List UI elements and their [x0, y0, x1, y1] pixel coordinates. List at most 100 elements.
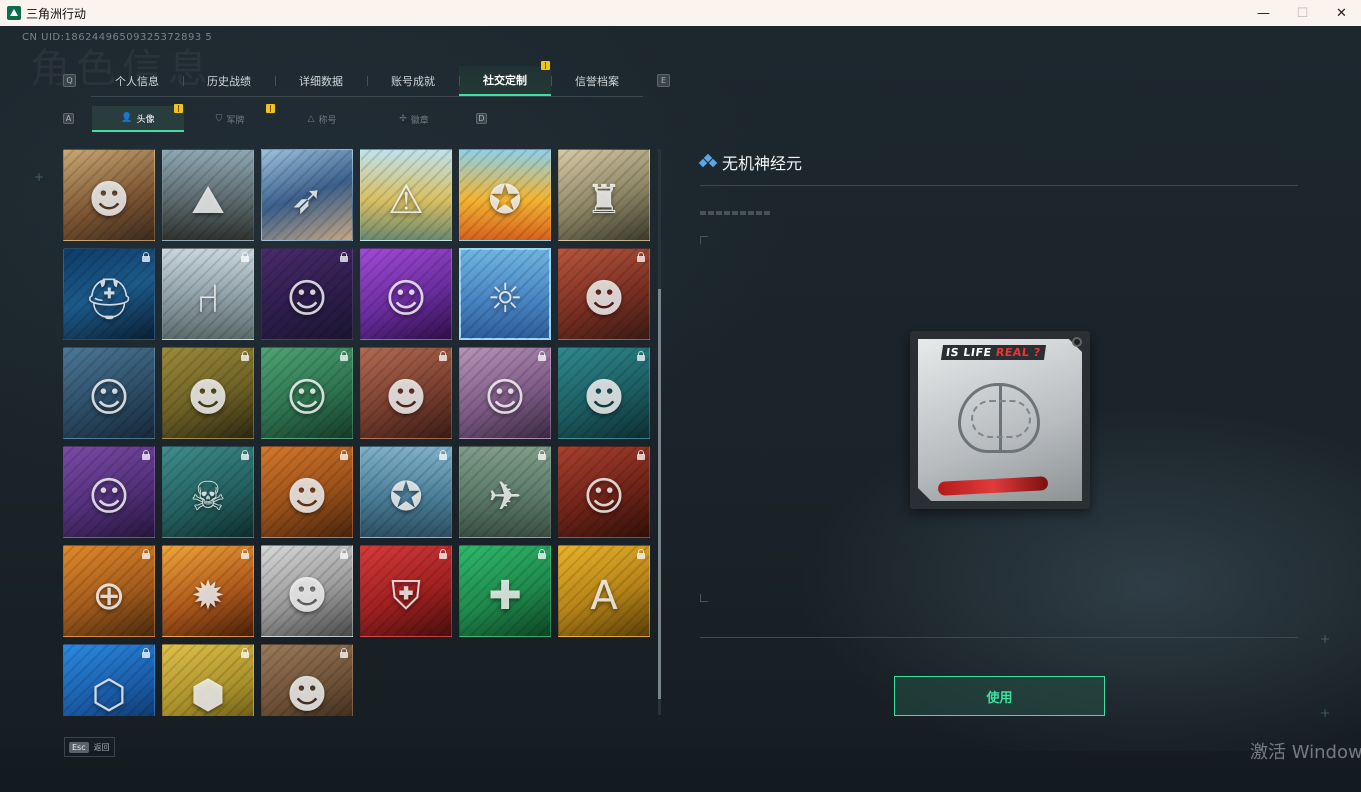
- avatar-purple-bob[interactable]: ☺: [63, 446, 155, 538]
- next-subtab-key[interactable]: D: [476, 113, 487, 124]
- lock-icon: [537, 549, 547, 559]
- preview-label-text: IS LIFE: [945, 346, 997, 359]
- avatar-eri-logo[interactable]: ⊕: [63, 545, 155, 637]
- lock-icon: [438, 549, 448, 559]
- lock-icon: [339, 549, 349, 559]
- avatar-cliff-lookout[interactable]: ⛰: [162, 149, 254, 241]
- avatar-bearded-cap[interactable]: ☻: [558, 248, 650, 340]
- lock-icon: [339, 351, 349, 361]
- window-titlebar: 三角洲行动 — ☐ ✕: [0, 0, 1361, 26]
- avatar-bald-headset[interactable]: ☻: [162, 347, 254, 439]
- scrollbar-thumb[interactable]: [658, 289, 661, 699]
- detail-title: 无机神经元: [698, 150, 803, 174]
- close-button[interactable]: ✕: [1322, 0, 1361, 26]
- esc-key: Esc: [69, 741, 89, 753]
- avatar-art-icon: ✪: [389, 473, 423, 520]
- maximize-button[interactable]: ☐: [1283, 0, 1322, 26]
- detail-description: [700, 211, 772, 215]
- title-icon: △: [307, 114, 315, 124]
- avatar-teal-beard[interactable]: ☻: [558, 347, 650, 439]
- tab-history-record[interactable]: 历史战绩: [183, 66, 275, 96]
- avatar-green-cross[interactable]: ✚: [459, 545, 551, 637]
- avatar-art-icon: ☺: [385, 275, 427, 322]
- avatar-soldier-backpack[interactable]: ♜: [558, 149, 650, 241]
- avatar-preview: IS LIFE REAL ?: [910, 331, 1090, 509]
- tab-credit-profile[interactable]: 信誉档案: [551, 66, 643, 96]
- crosshair-icon: +: [1320, 632, 1331, 646]
- avatar-art-icon: ☻: [286, 572, 328, 619]
- avatar-blue-helmet[interactable]: ⛑: [63, 248, 155, 340]
- avatar-art-icon: ♜: [586, 176, 622, 223]
- avatar-hooded-mask[interactable]: ☻: [261, 446, 353, 538]
- avatar-art-icon: ⚠: [388, 176, 424, 223]
- subtab-avatar-label: 头像: [136, 114, 155, 125]
- avatar-glasses-man[interactable]: ☺: [261, 248, 353, 340]
- avatar-art-icon: ☺: [484, 374, 526, 421]
- avatar-blue-hex[interactable]: ⬡: [63, 644, 155, 716]
- subtab-emblem[interactable]: ✢ 徽章: [368, 106, 460, 132]
- avatar-white-hair[interactable]: ☺: [459, 347, 551, 439]
- avatar-helicopter-field[interactable]: ✈: [459, 446, 551, 538]
- avatar-helmet-soldier[interactable]: ☻: [360, 347, 452, 439]
- use-button[interactable]: 使用: [894, 676, 1105, 716]
- subtab-dogtag[interactable]: ⛉ 军牌: [184, 106, 276, 132]
- avatar-gunman-sketch[interactable]: ☻: [261, 545, 353, 637]
- badge-icon: ✢: [399, 114, 407, 124]
- lock-icon: [141, 450, 151, 460]
- lock-icon: [240, 351, 250, 361]
- preview-card: [918, 339, 1082, 501]
- avatar-long-hair-man[interactable]: ☻: [261, 644, 353, 716]
- avatar-yellow-a[interactable]: A: [558, 545, 650, 637]
- next-tab-key[interactable]: E: [657, 74, 670, 87]
- subtab-avatar[interactable]: 👤 头像: [92, 106, 184, 132]
- prev-subtab-key[interactable]: A: [63, 113, 74, 124]
- avatar-cartoon-fox[interactable]: ✪: [459, 149, 551, 241]
- back-button[interactable]: Esc 返回: [64, 737, 115, 757]
- avatar-pilot-goggles[interactable]: ☺: [63, 347, 155, 439]
- avatar-name: 无机神经元: [722, 154, 803, 173]
- tab-personal-info[interactable]: 个人信息: [91, 66, 183, 96]
- lock-icon: [636, 252, 646, 262]
- tag-icon: ⛉: [215, 114, 223, 124]
- avatar-star-emblem[interactable]: ✪: [360, 446, 452, 538]
- tab-detailed-data[interactable]: 详细数据: [275, 66, 367, 96]
- avatar-art-icon: ☼: [487, 275, 523, 322]
- tab-achievements[interactable]: 账号成就: [367, 66, 459, 96]
- lock-icon: [438, 450, 448, 460]
- avatar-white-chair[interactable]: ⑁: [162, 248, 254, 340]
- scrollbar[interactable]: [658, 149, 661, 715]
- frame-corner: [700, 236, 708, 244]
- subtab-title[interactable]: △ 称号: [276, 106, 368, 132]
- subtab-dogtag-label: 军牌: [226, 115, 245, 126]
- minimize-button[interactable]: —: [1244, 0, 1283, 26]
- avatar-gas-mask[interactable]: ☠: [162, 446, 254, 538]
- lock-icon: [240, 450, 250, 460]
- avatar-aztec-mascot[interactable]: ☼: [459, 248, 551, 340]
- lock-icon: [537, 450, 547, 460]
- avatar-art-icon: ☺: [286, 374, 328, 421]
- preview-label-red: REAL ?: [994, 346, 1042, 359]
- avatar-art-icon: ☺: [88, 374, 130, 421]
- avatar-yellow-hex[interactable]: ⬢: [162, 644, 254, 716]
- windows-activation-watermark: 激活 Windows: [1250, 742, 1361, 763]
- avatar-art-icon: ⬢: [190, 671, 226, 717]
- avatar-red-hair[interactable]: ☺: [558, 446, 650, 538]
- avatar-art-icon: ✚: [488, 572, 522, 619]
- crosshair-icon: +: [34, 170, 45, 184]
- avatar-art-icon: ☻: [187, 374, 229, 421]
- avatar-art-icon: ⛨: [391, 572, 421, 619]
- footer-bar: [0, 751, 1361, 792]
- avatar-green-headset[interactable]: ☺: [261, 347, 353, 439]
- avatar-alligator-sign[interactable]: ⚠: [360, 149, 452, 241]
- tab-social-custom[interactable]: 社交定制: [459, 66, 551, 96]
- avatar-art-icon: ☺: [88, 473, 130, 520]
- detail-bottom-divider: [700, 637, 1298, 638]
- avatar-soldier-rifle[interactable]: ☻: [63, 149, 155, 241]
- avatar-purple-girl[interactable]: ☺: [360, 248, 452, 340]
- prev-tab-key[interactable]: Q: [63, 74, 76, 87]
- avatar-art-icon: ☻: [583, 374, 625, 421]
- avatar-archer[interactable]: ➶: [261, 149, 353, 241]
- avatar-art-icon: ☺: [583, 473, 625, 520]
- avatar-explosion[interactable]: ✹: [162, 545, 254, 637]
- avatar-red-shield[interactable]: ⛨: [360, 545, 452, 637]
